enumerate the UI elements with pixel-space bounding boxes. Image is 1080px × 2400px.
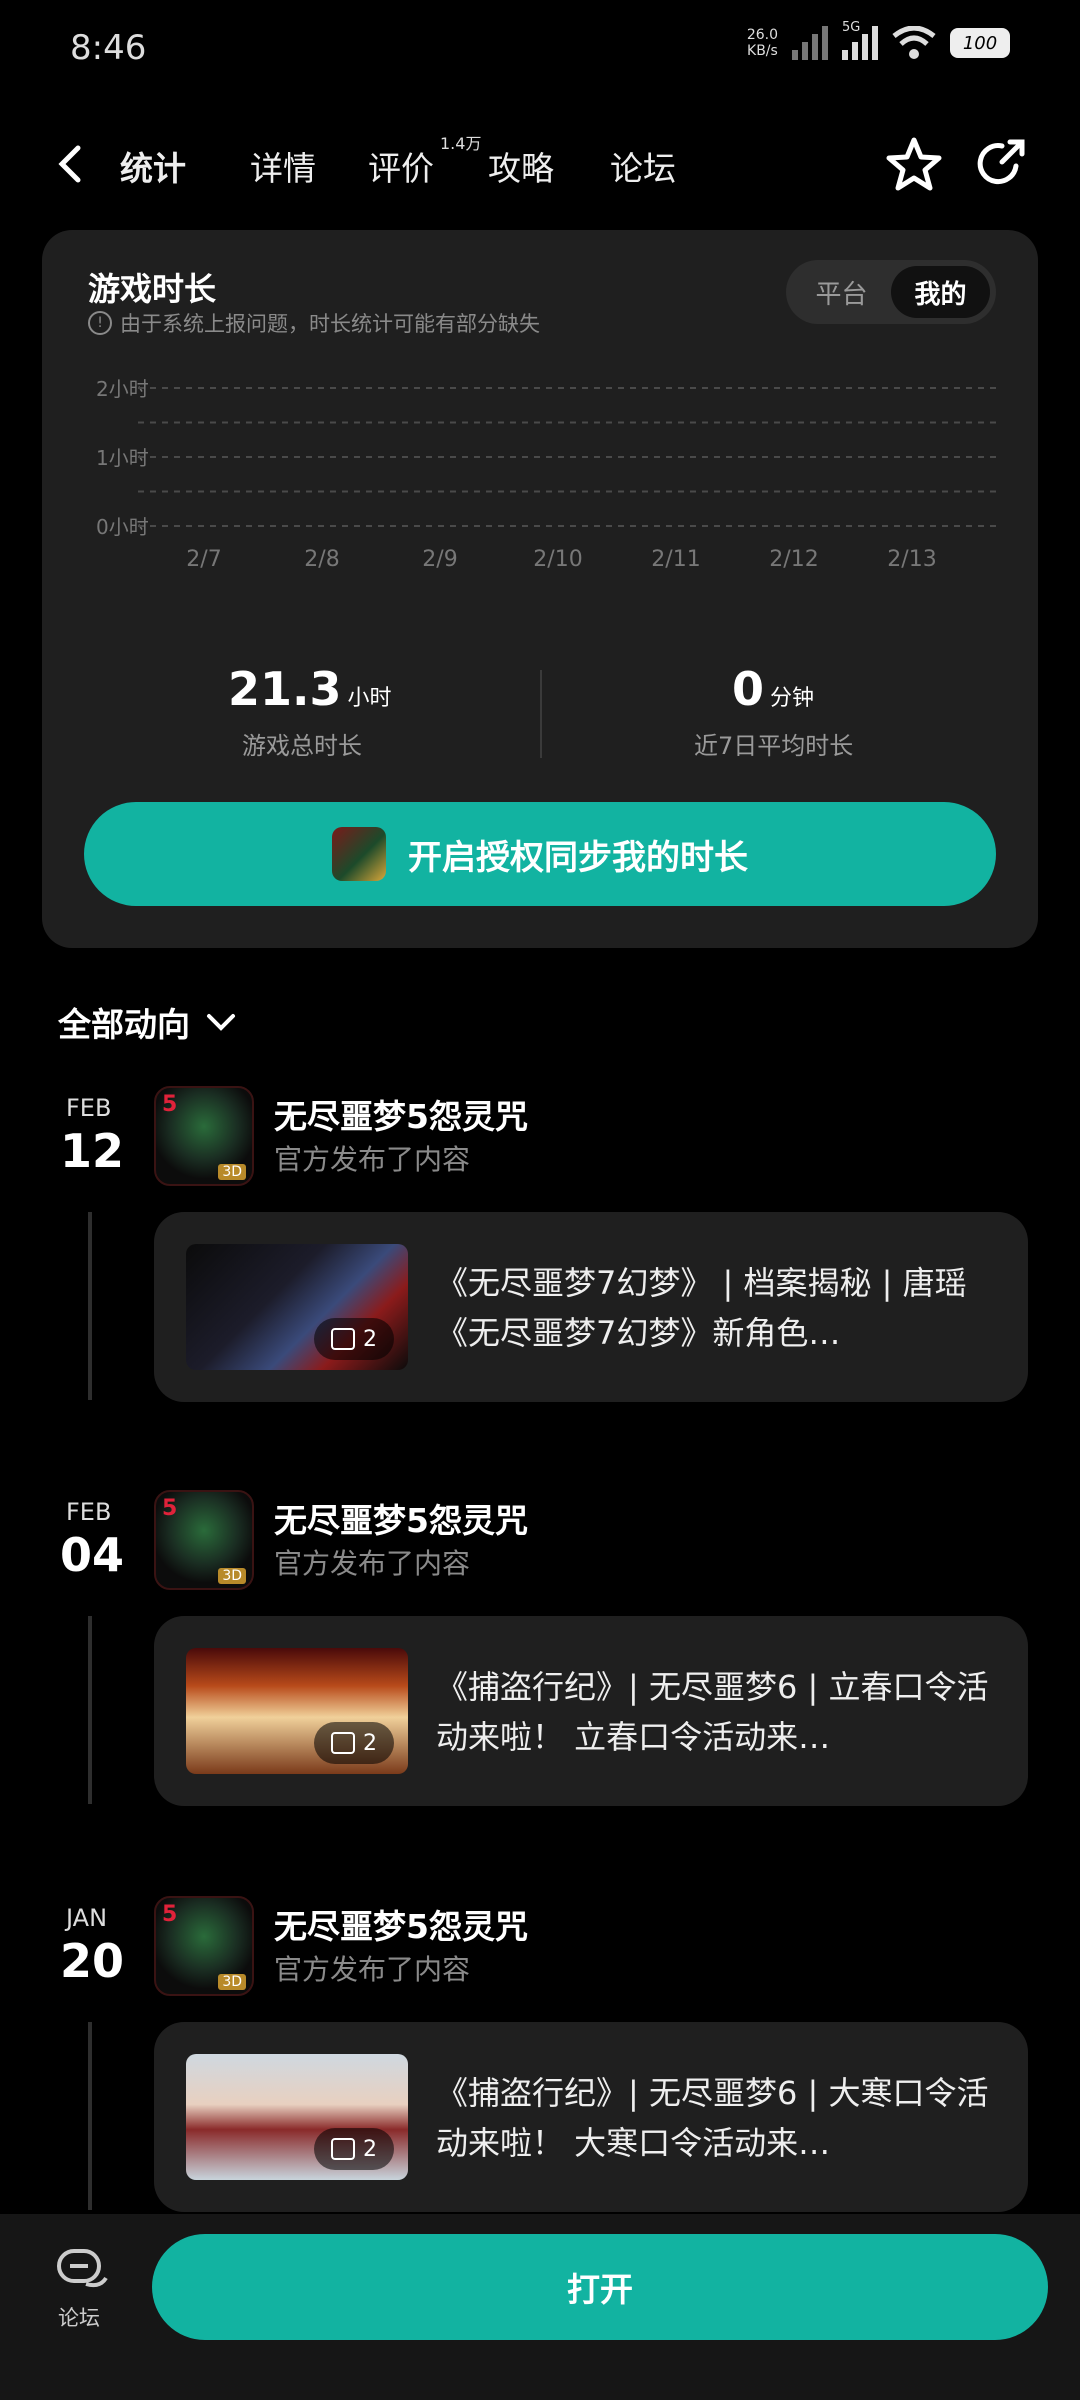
timeline-line bbox=[88, 2022, 92, 2210]
image-count: 2 bbox=[363, 1730, 377, 1756]
image-count: 2 bbox=[363, 2136, 377, 2162]
image-icon bbox=[331, 1328, 355, 1350]
game-icon[interactable]: 5 3D bbox=[154, 1086, 254, 1186]
status-icons: 26.0 KB/s 5G 100 bbox=[747, 20, 1010, 60]
entry-day: 12 bbox=[60, 1124, 125, 1178]
info-icon: ! bbox=[88, 311, 112, 335]
entry-day: 04 bbox=[60, 1528, 125, 1582]
post-thumbnail: 2 bbox=[186, 1244, 408, 1370]
sync-button-label: 开启授权同步我的时长 bbox=[408, 837, 748, 878]
notice-text: 由于系统上报问题，时长统计可能有部分缺失 bbox=[120, 312, 540, 336]
forum-label[interactable]: 论坛 bbox=[58, 2302, 100, 2332]
game-icon[interactable]: 5 3D bbox=[154, 1490, 254, 1590]
entry-month: FEB bbox=[66, 1498, 112, 1526]
tab-guides[interactable]: 攻略 bbox=[488, 142, 554, 190]
game-name[interactable]: 无尽噩梦5怨灵咒 bbox=[274, 1900, 528, 1948]
card-title: 游戏时长 bbox=[88, 270, 217, 308]
avg-value: 0 bbox=[732, 662, 765, 716]
avg-unit: 分钟 bbox=[770, 686, 815, 711]
feed-filter[interactable]: 全部动向 bbox=[58, 998, 236, 1046]
game-name[interactable]: 无尽噩梦5怨灵咒 bbox=[274, 1090, 528, 1138]
tab-reviews[interactable]: 评价 bbox=[368, 142, 434, 190]
net-speed: 26.0 KB/s bbox=[747, 27, 778, 59]
chevron-down-icon bbox=[207, 1014, 235, 1031]
x-tick-label: 2/9 bbox=[422, 547, 457, 570]
platform-toggle: 平台 我的 bbox=[786, 260, 996, 324]
tab-forum[interactable]: 论坛 bbox=[610, 142, 676, 190]
back-arrow-icon[interactable] bbox=[52, 144, 92, 184]
entry-day: 20 bbox=[60, 1934, 125, 1988]
status-time: 8:46 bbox=[70, 28, 147, 68]
total-playtime: 21.3 小时 bbox=[228, 662, 392, 716]
image-count-badge: 2 bbox=[314, 1722, 394, 1764]
game-sub: 官方发布了内容 bbox=[274, 1953, 471, 1986]
timeline-line bbox=[88, 1616, 92, 1804]
image-count-badge: 2 bbox=[314, 1318, 394, 1360]
game-icon[interactable]: 5 3D bbox=[154, 1896, 254, 1996]
image-icon bbox=[331, 1732, 355, 1754]
total-label: 游戏总时长 bbox=[242, 732, 362, 760]
signal-icon-sim1 bbox=[792, 26, 828, 60]
post-thumbnail: 2 bbox=[186, 1648, 408, 1774]
total-unit: 小时 bbox=[347, 686, 392, 711]
post-card[interactable]: 2 《无尽噩梦7幻梦》 | 档案揭秘 | 唐瑶 《无尽噩梦7幻梦》新角色… bbox=[154, 1212, 1028, 1402]
game-sub: 官方发布了内容 bbox=[274, 1547, 471, 1580]
tab-stats[interactable]: 统计 bbox=[120, 142, 186, 190]
net-speed-unit: KB/s bbox=[747, 43, 778, 59]
x-tick-label: 2/7 bbox=[186, 547, 221, 570]
forum-icon[interactable] bbox=[56, 2248, 110, 2296]
post-card[interactable]: 2 《捕盗行纪》| 无尽噩梦6 | 立春口令活动来啦！ 立春口令活动来… bbox=[154, 1616, 1028, 1806]
favorite-star-icon[interactable] bbox=[884, 136, 944, 194]
post-text: 《捕盗行纪》| 无尽噩梦6 | 立春口令活动来啦！ 立春口令活动来… bbox=[436, 1668, 989, 1756]
playtime-chart: 2小时1小时0小时2/7 2/8 2/9 2/10 2/11 2/12 2/13 bbox=[96, 377, 996, 570]
game-name[interactable]: 无尽噩梦5怨灵咒 bbox=[274, 1494, 528, 1542]
post-card[interactable]: 2 《捕盗行纪》| 无尽噩梦6 | 大寒口令活动来啦！ 大寒口令活动来… bbox=[154, 2022, 1028, 2212]
review-count-badge: 1.4万 bbox=[440, 134, 482, 153]
post-text: 《无尽噩梦7幻梦》 | 档案揭秘 | 唐瑶 《无尽噩梦7幻梦》新角色… bbox=[436, 1264, 967, 1352]
signal-icon-sim2: 5G bbox=[842, 20, 878, 60]
timeline-line bbox=[88, 1212, 92, 1400]
tab-details[interactable]: 详情 bbox=[250, 142, 316, 190]
total-value: 21.3 bbox=[228, 662, 342, 716]
entry-month: FEB bbox=[66, 1094, 112, 1122]
x-tick-label: 2/11 bbox=[651, 547, 700, 570]
post-thumbnail: 2 bbox=[186, 2054, 408, 2180]
stats-notice: ! 由于系统上报问题，时长统计可能有部分缺失 bbox=[88, 308, 540, 338]
bottom-bar: 论坛 打开 bbox=[0, 2214, 1080, 2400]
feed-header: 全部动向 bbox=[58, 1005, 190, 1044]
battery-icon: 100 bbox=[950, 28, 1010, 58]
image-icon bbox=[331, 2138, 355, 2160]
x-tick-label: 2/12 bbox=[769, 547, 818, 570]
avg-label: 近7日平均时长 bbox=[694, 732, 854, 760]
playtime-card: 游戏时长 ! 由于系统上报问题，时长统计可能有部分缺失 平台 我的 2小时 1小时… bbox=[42, 230, 1038, 948]
image-count: 2 bbox=[363, 1326, 377, 1352]
x-tick-label: 2/13 bbox=[887, 547, 936, 570]
game-sub: 官方发布了内容 bbox=[274, 1143, 471, 1176]
avg-playtime: 0 分钟 bbox=[732, 662, 814, 716]
net-speed-value: 26.0 bbox=[746, 27, 778, 43]
stats-divider bbox=[540, 670, 542, 758]
x-tick-label: 2/10 bbox=[533, 547, 582, 570]
toggle-mine[interactable]: 我的 bbox=[891, 266, 990, 318]
image-count-badge: 2 bbox=[314, 2128, 394, 2170]
top-nav: 统计 详情 评价 1.4万 攻略 论坛 bbox=[0, 130, 1080, 210]
sync-playtime-button[interactable]: 开启授权同步我的时长 bbox=[84, 802, 996, 906]
post-text: 《捕盗行纪》| 无尽噩梦6 | 大寒口令活动来啦！ 大寒口令活动来… bbox=[436, 2074, 989, 2162]
entry-month: JAN bbox=[66, 1904, 108, 1932]
game-avatar bbox=[332, 827, 386, 881]
open-game-button[interactable]: 打开 bbox=[152, 2234, 1048, 2340]
toggle-platform[interactable]: 平台 bbox=[792, 266, 891, 318]
net-type: 5G bbox=[842, 20, 861, 35]
status-bar: 8:46 26.0 KB/s 5G 100 bbox=[0, 0, 1080, 100]
share-icon[interactable] bbox=[972, 136, 1028, 192]
wifi-icon bbox=[892, 26, 936, 59]
x-tick-label: 2/8 bbox=[304, 547, 339, 570]
